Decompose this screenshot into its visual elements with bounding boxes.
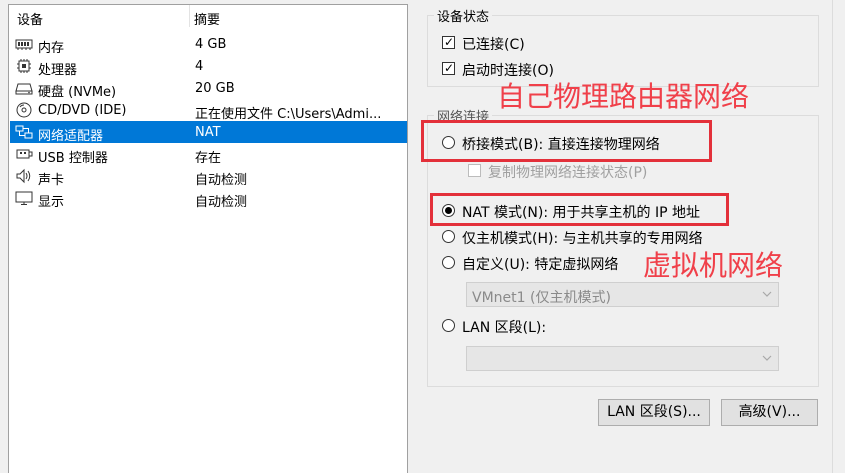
device-row-harddisk[interactable]: 硬盘 (NVMe) 20 GB [10,77,407,100]
device-summary: 4 [195,59,204,74]
custom-radio[interactable]: 自定义(U): 特定虚拟网络 [442,254,642,274]
device-row-display[interactable]: 显示 自动检测 [10,187,407,210]
header-device[interactable]: 设备 [17,9,43,28]
device-name: CD/DVD (IDE) [38,103,127,118]
replicate-physical-state-label[interactable]: 复制物理网络连接状态(P) [488,162,647,182]
nat-highlight-box [430,193,729,226]
usb-icon [15,146,33,162]
device-name: 硬盘 (NVMe) [38,85,117,100]
device-row-network-adapter[interactable]: 网络适配器 NAT [10,121,407,144]
annotation-physical-router: 自己物理路由器网络 [497,80,750,113]
header-summary[interactable]: 摘要 [194,9,220,28]
checkbox-box[interactable]: ✓ [442,61,455,75]
display-icon [15,190,33,206]
connect-at-power-on-label[interactable]: 启动时连接(O) [462,60,554,80]
device-summary: 20 GB [195,81,235,96]
device-row-cd-dvd[interactable]: CD/DVD (IDE) 正在使用文件 C:\Users\Admi... [10,99,407,122]
device-row-processor[interactable]: 处理器 4 [10,55,407,78]
connect-at-power-on-checkbox[interactable]: ✓ 启动时连接(O) [442,60,582,80]
device-name: 内存 [38,41,65,56]
checkbox-box[interactable]: ✓ [442,35,455,49]
device-name: 网络适配器 [38,129,104,144]
list-header: 设备 摘要 [9,5,407,28]
device-summary: 自动检测 [195,173,248,188]
chevron-down-icon [762,352,772,364]
device-list: 设备 摘要 内存 4 GB 处理器 4 硬盘 (NVMe) 20 GB CD/D… [8,4,408,473]
cpu-icon [15,58,33,74]
header-divider[interactable] [189,5,190,27]
host-only-label[interactable]: 仅主机模式(H): 与主机共享的专用网络 [462,228,703,248]
device-name: USB 控制器 [38,151,108,166]
device-summary: 正在使用文件 C:\Users\Admi... [195,107,382,122]
custom-network-value: VMnet1 (仅主机模式) [472,290,611,306]
device-name: 显示 [38,195,65,210]
lan-segments-button[interactable]: LAN 区段(S)... [598,399,710,426]
annotation-virtual-network: 虚拟机网络 [643,249,784,282]
checkbox-box[interactable] [468,164,481,177]
check-mark-icon: ✓ [444,35,455,49]
chevron-down-icon [762,288,772,300]
device-row-sound[interactable]: 声卡 自动检测 [10,165,407,188]
check-mark-icon: ✓ [444,61,455,75]
device-row-usb[interactable]: USB 控制器 存在 [10,143,407,166]
bridged-highlight-box [421,120,712,162]
sound-icon [15,168,33,184]
connected-label[interactable]: 已连接(C) [462,34,525,54]
device-summary: 4 GB [195,37,227,52]
device-row-memory[interactable]: 内存 4 GB [10,33,407,56]
device-summary: 自动检测 [195,195,248,210]
radio-circle[interactable] [442,256,455,269]
device-name: 处理器 [38,63,78,78]
harddisk-icon [15,80,33,96]
device-summary: NAT [195,125,221,140]
lan-segment-label[interactable]: LAN 区段(L): [462,317,546,337]
advanced-button[interactable]: 高级(V)... [721,399,818,426]
custom-label[interactable]: 自定义(U): 特定虚拟网络 [462,254,618,274]
cd-dvd-icon [15,102,33,118]
memory-icon [15,36,33,52]
network-adapter-icon [15,124,33,140]
lan-segment-radio[interactable]: LAN 区段(L): [442,317,582,337]
host-only-radio[interactable]: 仅主机模式(H): 与主机共享的专用网络 [442,228,722,248]
dialog-right-edge [832,0,833,473]
replicate-physical-state-checkbox[interactable]: 复制物理网络连接状态(P) [468,162,668,182]
connected-checkbox[interactable]: ✓ 已连接(C) [442,34,562,54]
device-status-title: 设备状态 [434,6,493,25]
lan-segment-select[interactable] [466,346,779,371]
device-name: 声卡 [38,173,65,188]
device-summary: 存在 [195,151,222,166]
radio-circle[interactable] [442,230,455,243]
radio-circle[interactable] [442,319,455,332]
custom-network-select[interactable]: VMnet1 (仅主机模式) [466,282,779,307]
